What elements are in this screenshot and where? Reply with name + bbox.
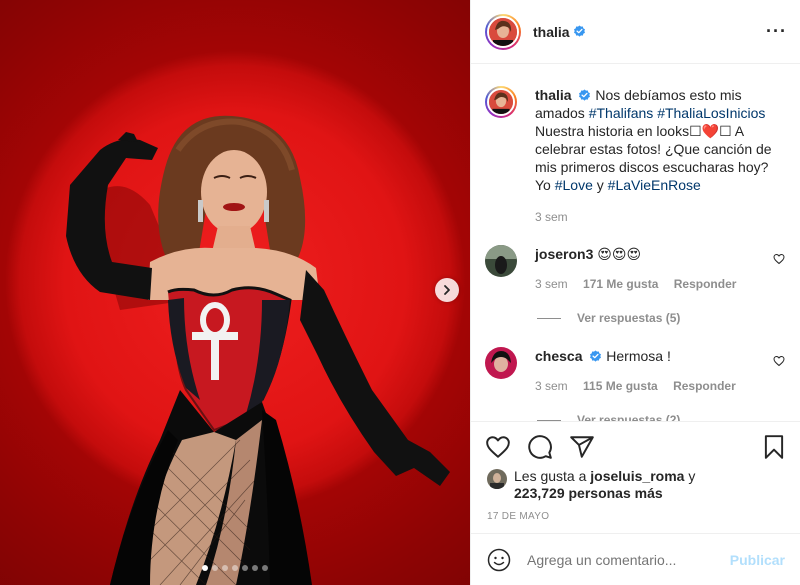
carousel-indicator: [0, 565, 470, 571]
caption-emoji: ☐: [719, 123, 732, 139]
view-replies-button[interactable]: Ver respuestas (2): [537, 413, 680, 421]
carousel-dot: [252, 565, 258, 571]
hashtag-link[interactable]: #Love: [555, 177, 593, 193]
comment-text: 😍😍😍: [597, 246, 642, 262]
heart-icon[interactable]: [773, 253, 785, 265]
comment-likes[interactable]: 115 Me gusta: [583, 379, 658, 393]
carousel-dot: [222, 565, 228, 571]
author-avatar[interactable]: [485, 86, 517, 118]
author-avatar[interactable]: [485, 13, 521, 50]
likes-summary: Les gusta a joseluis_roma y 223,729 pers…: [487, 468, 695, 502]
post-date[interactable]: 17 DE MAYO: [487, 511, 549, 522]
publish-button[interactable]: Publicar: [730, 552, 785, 568]
chevron-right-icon: [444, 285, 450, 295]
emoji-icon[interactable]: [487, 548, 511, 572]
verified-badge-icon: [579, 89, 591, 101]
post-photo-figure: [66, 115, 450, 585]
carousel-dot: [202, 565, 208, 571]
commenter-avatar[interactable]: [485, 347, 517, 379]
comment-timestamp[interactable]: 3 sem: [535, 277, 568, 291]
next-photo-button[interactable]: [435, 278, 459, 302]
post-side-panel: thalia ··· thalia Nos debíamos esto mis …: [470, 0, 800, 585]
divider-line: [537, 317, 561, 319]
caption-text: Nuestra historia en looks: [535, 123, 690, 139]
carousel-dot: [232, 565, 238, 571]
carousel-dot: [262, 565, 268, 571]
author-username[interactable]: thalia: [533, 24, 570, 40]
heart-emoji: ❤️: [701, 123, 720, 139]
hashtag-link[interactable]: #ThaliaLosInicios: [657, 105, 765, 121]
comment-icon[interactable]: [527, 434, 553, 460]
heart-icon[interactable]: [485, 434, 511, 460]
comments-list[interactable]: thalia Nos debíamos esto mis amados #Tha…: [471, 65, 800, 421]
comment-text: Hermosa !: [606, 348, 671, 364]
caption-emoji: ☐: [689, 123, 702, 139]
post-actions: Les gusta a joseluis_roma y 223,729 pers…: [471, 421, 800, 533]
hashtag-link[interactable]: #Thalifans: [589, 105, 654, 121]
view-replies-label: Ver respuestas (2): [577, 413, 681, 421]
verified-badge-icon: [573, 25, 585, 37]
verified-badge-icon: [590, 350, 602, 362]
caption-username[interactable]: thalia: [535, 87, 572, 103]
share-icon[interactable]: [569, 434, 595, 460]
likes-suffix: y: [684, 468, 696, 484]
comment-likes[interactable]: 171 Me gusta: [583, 277, 658, 291]
likes-count[interactable]: 223,729 personas más: [514, 485, 663, 501]
caption-timestamp[interactable]: 3 sem: [535, 210, 568, 224]
comment-timestamp[interactable]: 3 sem: [535, 379, 568, 393]
reply-button[interactable]: Responder: [673, 379, 736, 393]
carousel-dot: [212, 565, 218, 571]
comment-input[interactable]: [527, 551, 717, 568]
reply-button[interactable]: Responder: [674, 277, 737, 291]
view-replies-button[interactable]: Ver respuestas (5): [537, 311, 680, 325]
carousel-dot: [242, 565, 248, 571]
comment-username[interactable]: chesca: [535, 348, 582, 364]
heart-icon[interactable]: [773, 355, 785, 367]
liker-avatar[interactable]: [487, 469, 507, 489]
instagram-post: thalia ··· thalia Nos debíamos esto mis …: [0, 0, 800, 585]
comment-item: joseron3 😍😍😍 3 sem 171 Me gusta Responde…: [485, 245, 785, 293]
likes-prefix: Les gusta a: [514, 468, 591, 484]
comment-item: chesca Hermosa ! 3 sem 115 Me gusta Resp…: [485, 347, 785, 395]
post-photo[interactable]: [0, 0, 470, 585]
post-caption: thalia Nos debíamos esto mis amados #Tha…: [485, 86, 785, 226]
caption-text: y: [592, 177, 608, 193]
liker-username[interactable]: joseluis_roma: [590, 468, 684, 484]
view-replies-label: Ver respuestas (5): [577, 311, 681, 325]
post-header: thalia ···: [471, 0, 800, 64]
comment-composer: Publicar: [471, 533, 800, 585]
commenter-avatar[interactable]: [485, 245, 517, 277]
more-options-icon[interactable]: ···: [766, 22, 787, 40]
hashtag-link[interactable]: #LaVieEnRose: [608, 177, 701, 193]
comment-username[interactable]: joseron3: [535, 246, 593, 262]
bookmark-icon[interactable]: [761, 434, 787, 460]
